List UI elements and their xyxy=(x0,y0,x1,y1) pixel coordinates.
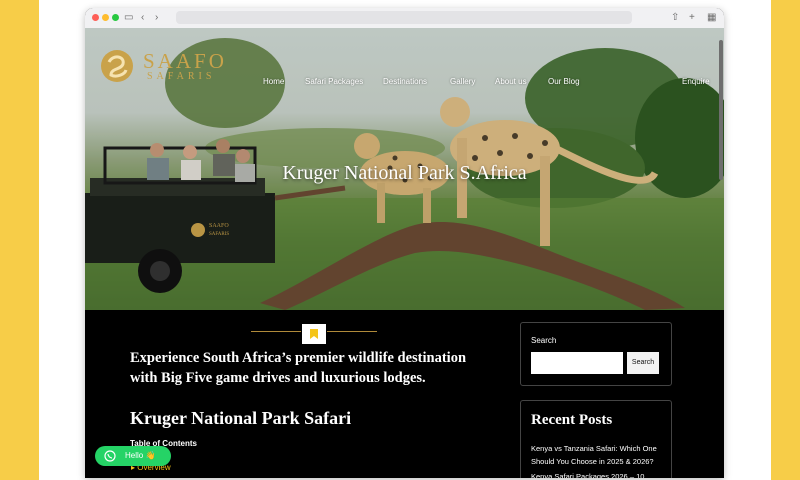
recent-post-link[interactable]: Kenya vs Tanzania Safari: Which One Shou… xyxy=(531,442,667,468)
divider-right xyxy=(327,331,377,332)
nav-safari-packages[interactable]: Safari Packages xyxy=(305,77,363,86)
hero-title: Kruger National Park S.Africa xyxy=(282,162,527,184)
recent-posts-title: Recent Posts xyxy=(531,412,613,428)
sidebar-icon[interactable]: ▭ xyxy=(124,11,133,25)
whatsapp-label: Hello 👋 xyxy=(125,451,156,460)
address-bar[interactable] xyxy=(176,11,632,24)
nav-our-blog[interactable]: Our Blog xyxy=(548,77,580,86)
browser-window: ▭ ‹ › ⇧ + ▦ SAAFO SAFARIS SAAFO SAFARIS … xyxy=(85,8,724,478)
logo-subtitle: SAFARIS xyxy=(147,71,216,82)
maximize-window-button[interactable] xyxy=(112,14,119,21)
hero-banner: SAAFO SAFARIS SAAFO SAFARIS Home Safari … xyxy=(85,28,724,310)
forward-icon[interactable]: › xyxy=(155,11,158,25)
logo-name: SAAFO xyxy=(143,49,227,73)
search-button[interactable]: Search xyxy=(627,352,659,374)
nav-enquire[interactable]: Enquire xyxy=(682,77,710,86)
whatsapp-chat-button[interactable]: Hello 👋 xyxy=(95,446,171,466)
browser-toolbar: ▭ ‹ › ⇧ + ▦ xyxy=(85,8,724,29)
share-icon[interactable]: ⇧ xyxy=(671,11,679,25)
search-label: Search xyxy=(531,336,557,345)
bookmark-icon-box xyxy=(302,324,326,344)
tab-overview-icon[interactable]: ▦ xyxy=(707,11,716,25)
nav-home[interactable]: Home xyxy=(263,77,284,86)
whatsapp-icon xyxy=(104,450,116,462)
recent-post-link[interactable]: Kenya Safari Packages 2026 – 10 xyxy=(531,470,667,478)
bookmark-icon xyxy=(310,329,318,339)
nav-destinations[interactable]: Destinations xyxy=(383,77,427,86)
scrollbar-thumb[interactable] xyxy=(719,40,723,180)
article-intro: Experience South Africa’s premier wildli… xyxy=(130,350,467,386)
divider-left xyxy=(251,331,301,332)
page-scrollbar[interactable] xyxy=(719,30,723,470)
new-tab-icon[interactable]: + xyxy=(689,11,695,25)
back-icon[interactable]: ‹ xyxy=(141,11,144,25)
article-heading: Kruger National Park Safari xyxy=(130,408,352,428)
minimize-window-button[interactable] xyxy=(102,14,109,21)
close-window-button[interactable] xyxy=(92,14,99,21)
nav-gallery[interactable]: Gallery xyxy=(450,77,475,86)
search-input[interactable] xyxy=(531,352,623,374)
logo-icon xyxy=(101,50,133,82)
nav-about-us[interactable]: About us xyxy=(495,77,527,86)
